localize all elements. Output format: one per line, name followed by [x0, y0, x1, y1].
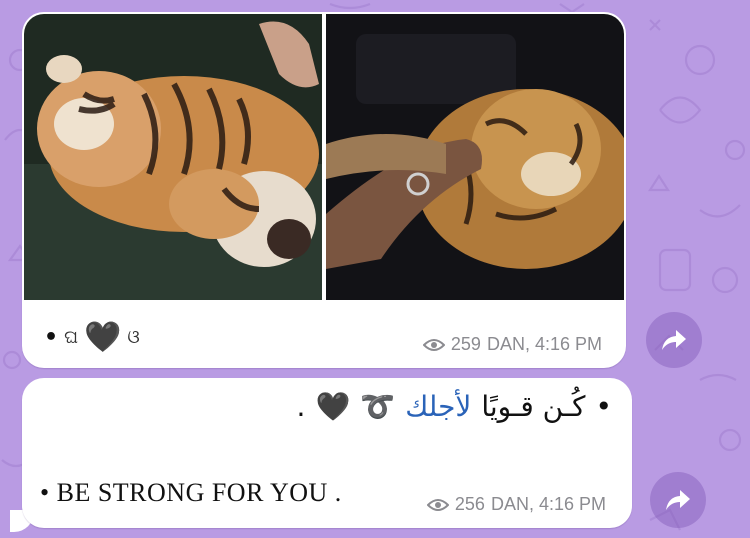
- message-time: DAN, 4:16 PM: [490, 494, 606, 514]
- share-arrow-icon: [662, 330, 686, 350]
- view-count: 256: [454, 494, 485, 514]
- share-arrow-icon: [666, 490, 690, 510]
- eye-icon: [422, 338, 445, 351]
- share-button[interactable]: [650, 472, 706, 528]
- message-time: DAN, 4:16 PM: [486, 334, 602, 354]
- black-heart-emoji: 🖤: [84, 320, 122, 355]
- left-wing-symbol: ଘ: [64, 327, 79, 348]
- arabic-link-text[interactable]: لأجلك: [405, 390, 471, 423]
- curly-loop-symbol: ➰: [360, 390, 396, 423]
- black-heart-emoji: 🖤: [315, 390, 351, 423]
- photo-message-bubble[interactable]: • ଘ 🖤 ଓ 259 DAN, 4:16 PM: [22, 12, 626, 368]
- english-text-line: • BE STRONG FOR YOU .: [40, 478, 342, 507]
- tiger-cub-with-hand-photo[interactable]: [326, 14, 624, 300]
- tiger-cub-sleeping-photo[interactable]: [24, 14, 322, 300]
- right-wing-symbol: ଓ: [127, 327, 140, 348]
- text-message-bubble[interactable]: • كُـن قـويًا لأجلك ➰ 🖤 . • BE STRONG FO…: [22, 378, 632, 528]
- arabic-period: .: [296, 390, 306, 423]
- view-count: 259: [450, 334, 481, 354]
- message-meta: 256 DAN, 4:16 PM: [426, 494, 606, 515]
- eye-icon: [426, 498, 449, 511]
- photo-caption: • ଘ 🖤 ଓ: [44, 320, 140, 355]
- arabic-text-line: • كُـن قـويًا لأجلك ➰ 🖤 .: [297, 390, 612, 423]
- arabic-text: كُـن قـويًا: [481, 390, 586, 423]
- message-meta: 259 DAN, 4:16 PM: [422, 334, 602, 355]
- caption-bullet: •: [44, 325, 59, 350]
- share-button[interactable]: [646, 312, 702, 368]
- arabic-bullet: •: [595, 390, 612, 423]
